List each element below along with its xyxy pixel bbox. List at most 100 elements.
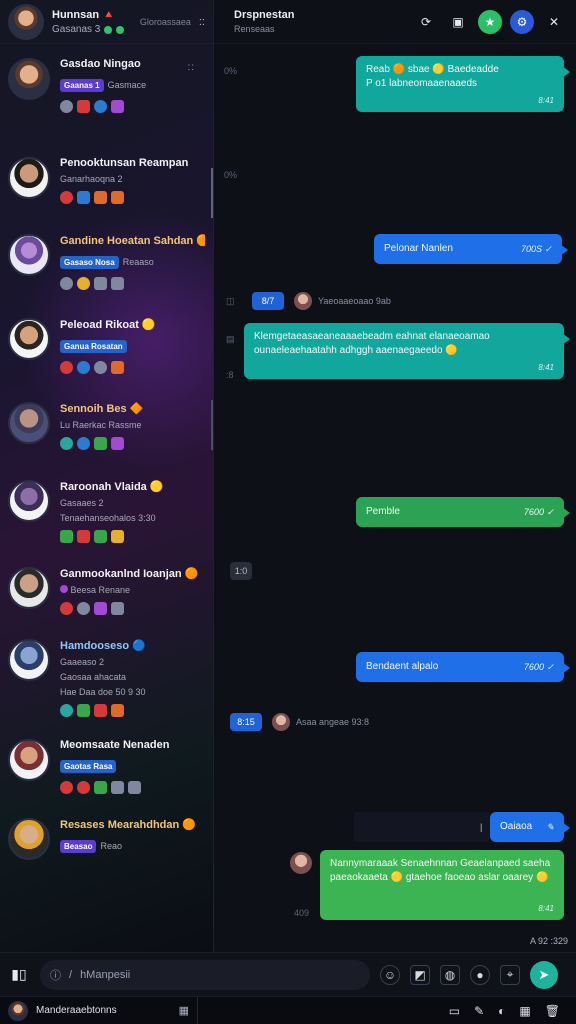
- box-icon: [94, 191, 107, 204]
- separator-mark: /: [69, 968, 73, 981]
- shield-icon: [77, 191, 90, 204]
- trash-icon[interactable]: 🗑: [545, 1004, 560, 1018]
- contact-subtext: Lu Raerkac Rassme: [60, 420, 142, 430]
- contact-icon-row: [14, 191, 205, 204]
- contact-icon-row: [14, 602, 205, 615]
- globe-icon: [60, 704, 73, 717]
- location-icon[interactable]: ⌖: [500, 964, 520, 985]
- fire-icon: [77, 530, 90, 543]
- bottom-avatar[interactable]: [8, 1000, 28, 1021]
- message-input[interactable]: ⓘ / hManpesii: [40, 959, 370, 990]
- contact-name: Gandine Hoeatan Sahdan 🟠: [60, 235, 205, 247]
- calendar-icon[interactable]: ▦: [179, 1004, 189, 1017]
- contact-badge: Ganua Rosatan: [60, 340, 127, 353]
- message-bubble-outgoing[interactable]: Pelonar Nanlen 700S ✓: [374, 234, 568, 264]
- refresh-icon[interactable]: ⟳: [414, 10, 438, 34]
- window-icon[interactable]: ▭: [449, 1004, 460, 1018]
- contact-subtext: Reao: [100, 841, 122, 851]
- contact-avatar: [8, 818, 50, 860]
- fire-icon: [94, 704, 107, 717]
- coin-icon: [77, 277, 90, 290]
- chat-title: Drspnestan: [234, 9, 295, 21]
- edit-icon: ✎: [546, 821, 554, 832]
- gem-icon: [111, 437, 124, 450]
- contact-subtext: Reaaso: [122, 257, 154, 267]
- contact-item[interactable]: Peleoad Rikoat 🟡 Ganua Rosatan: [0, 318, 213, 374]
- chat-panel: Drspnestan Renseaas ⟳ ▣ ★ ⚙ ✕ 0% 0% Reab…: [214, 0, 576, 952]
- message-bubble-outgoing[interactable]: Klemgetaeasaeaneaaaebeadm eahnat elanaeo…: [244, 323, 570, 379]
- attachment-icon[interactable]: ◫: [226, 296, 235, 307]
- palette-icon[interactable]: ◐: [498, 1004, 505, 1018]
- message-time: 7600 ✓: [523, 506, 554, 517]
- timestamp-marker: 0%: [224, 170, 238, 180]
- bottom-title: Manderaaebtonns: [36, 1005, 117, 1016]
- contact-item[interactable]: Raroonah Vlaida 🟡 Gasaaes 2 Tenaehanseoh…: [0, 480, 213, 543]
- globe-icon: [77, 361, 90, 374]
- contact-menu-icon[interactable]: ::: [187, 62, 195, 73]
- info-icon: ⓘ: [50, 969, 61, 982]
- contact-item[interactable]: Penooktunsan Reampan Ganarhaoqna 2: [0, 157, 213, 204]
- sticker-icon[interactable]: ◩: [410, 964, 430, 985]
- contact-item[interactable]: Ganmookanlnd Ioanjan 🟠 Beesa Renane: [0, 567, 213, 615]
- chat-header: Drspnestan Renseaas ⟳ ▣ ★ ⚙ ✕: [214, 0, 576, 44]
- globe-icon: [77, 437, 90, 450]
- emoji-icon: [77, 602, 90, 615]
- contact-name: Peleoad Rikoat 🟡: [60, 319, 156, 331]
- contact-icon-row: [14, 437, 205, 450]
- contact-subtext: Gaosaa ahacata: [60, 672, 127, 682]
- timestamp-marker: 0%: [224, 66, 238, 76]
- header-menu-icon[interactable]: ::: [199, 16, 205, 28]
- contact-item[interactable]: Meomsaate Nenaden Gaotas Rasa: [0, 739, 213, 794]
- leaf-icon: [94, 781, 107, 794]
- emoji-icon[interactable]: ☺: [380, 964, 400, 985]
- box-icon: [111, 191, 124, 204]
- timestamp-marker: :8: [226, 370, 234, 380]
- grid-icon[interactable]: ▦: [519, 1004, 530, 1018]
- sender-avatar[interactable]: [290, 852, 312, 874]
- contact-name: Resases Mearahdhdan 🟠: [60, 819, 196, 831]
- contact-subtext: Tenaehanseohalos 3:30: [60, 513, 156, 523]
- close-icon[interactable]: ✕: [542, 10, 566, 34]
- contact-name: Sennoih Bes 🔶: [60, 403, 144, 415]
- contact-avatar: [8, 234, 50, 276]
- star-icon[interactable]: ★: [478, 9, 502, 34]
- globe-icon: [94, 100, 107, 113]
- gem-icon: [94, 602, 107, 615]
- message-bubble-outgoing[interactable]: Oaiaoa ✎: [490, 812, 570, 842]
- tag-icon: [94, 277, 107, 290]
- leaf-icon: [94, 530, 107, 543]
- note-icon[interactable]: ▤: [226, 334, 235, 345]
- pencil-icon: [111, 704, 124, 717]
- image-icon[interactable]: ▣: [446, 10, 470, 34]
- profile-header[interactable]: Hunnsan 🔺 Gasanas 3 Gloroassaea ::: [0, 0, 213, 44]
- message-bubble-incoming[interactable]: Nannymaraaak Senaehnnan Geaelanpaed saeh…: [320, 850, 564, 920]
- conversation-list-panel: Hunnsan 🔺 Gasanas 3 Gloroassaea :: Gasda…: [0, 0, 214, 952]
- send-button[interactable]: ➤: [530, 960, 558, 989]
- contact-item[interactable]: Resases Mearahdhdan 🟠 Beasao Reao: [0, 818, 213, 860]
- brush-icon[interactable]: ✎: [474, 1004, 484, 1018]
- heart-icon: [60, 602, 73, 615]
- contact-item[interactable]: Hamdooseso 🔵 Gaaeaso 2 Gaosaa ahacata Ha…: [0, 639, 213, 717]
- settings-icon[interactable]: ⚙: [510, 9, 534, 34]
- emoji-icon: [60, 100, 73, 113]
- contact-avatar: [8, 639, 50, 681]
- panel-toggle-icon[interactable]: ▮▯: [8, 964, 30, 986]
- system-notice: Yaeoaaeoaao 9ab: [294, 292, 391, 310]
- leaf-icon: [77, 704, 90, 717]
- contact-icon-row: [14, 277, 205, 290]
- contact-item[interactable]: Sennoih Bes 🔶 Lu Raerkac Rassme: [0, 402, 213, 450]
- sender-avatar: [294, 292, 312, 310]
- mic-icon[interactable]: ●: [470, 964, 490, 985]
- message-bubble-outgoing[interactable]: Bendaent alpalo 7600 ✓: [356, 652, 570, 682]
- gif-icon[interactable]: ◍: [440, 964, 460, 985]
- contact-item[interactable]: Gandine Hoeatan Sahdan 🟠 Gasaso Nosa Reaa…: [0, 234, 213, 290]
- leaf-icon: [60, 530, 73, 543]
- user-avatar[interactable]: [8, 3, 44, 40]
- system-notice: Asaa angeae 93:8: [272, 713, 369, 731]
- contact-item[interactable]: Gasdao Ningao Gaanas 1 Gasmace ::: [0, 58, 213, 113]
- gem-icon: [111, 100, 124, 113]
- message-time: 700S ✓: [520, 243, 552, 254]
- contact-name: Hamdooseso 🔵: [60, 640, 146, 652]
- message-bubble-outgoing[interactable]: Reab 🟠 sbae 🟡 Baedeadde P o1 labneomaaen…: [356, 56, 570, 112]
- message-bubble-outgoing[interactable]: Pemble 7600 ✓: [356, 497, 570, 527]
